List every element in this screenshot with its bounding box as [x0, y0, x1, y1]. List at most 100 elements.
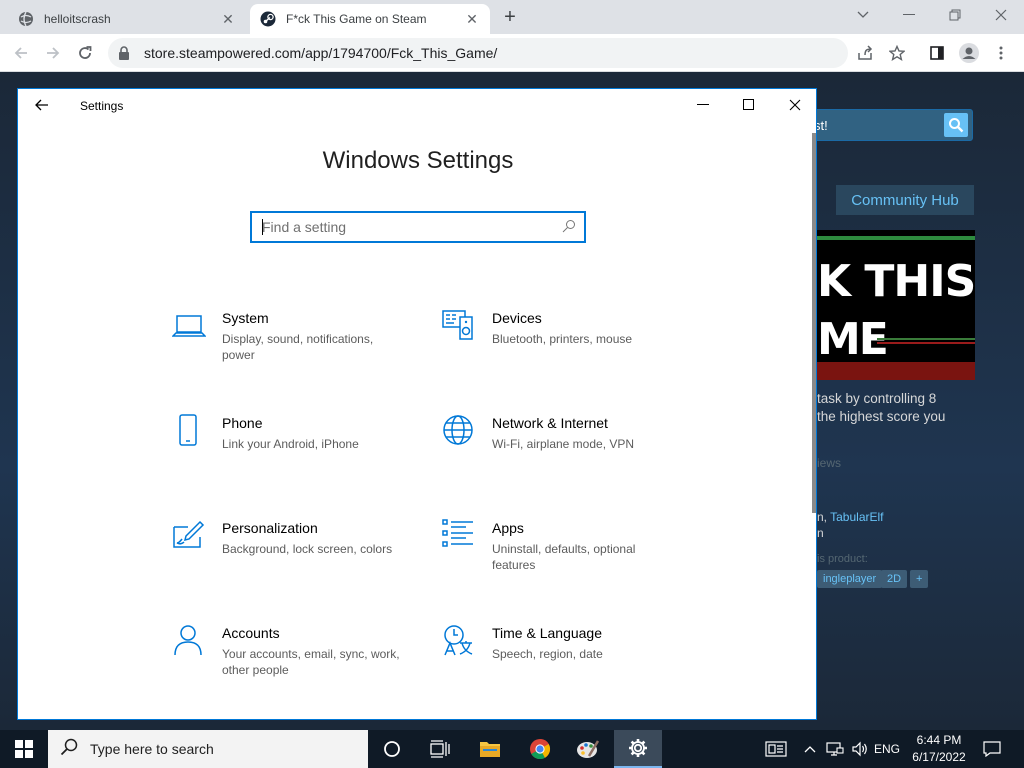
input-language[interactable]: ENG: [872, 730, 902, 768]
clock-date: 6/17/2022: [912, 750, 966, 764]
page-title: Windows Settings: [322, 147, 514, 174]
tab-steam[interactable]: F*ck This Game on Steam ✕: [250, 4, 490, 34]
clock[interactable]: 6:44 PM 6/17/2022: [900, 732, 978, 766]
paint-icon: [172, 519, 206, 553]
clock-time: 6:44 PM: [916, 733, 962, 747]
close-button[interactable]: [772, 89, 816, 121]
volume-icon[interactable]: [848, 730, 872, 768]
category-system[interactable]: System Display, sound, notifications, po…: [171, 309, 412, 379]
category-description: Display, sound, notifications, power: [222, 332, 374, 362]
category-name: Apps: [492, 520, 524, 536]
reviews-label: iews: [817, 456, 842, 470]
taskbar-search-placeholder: Type here to search: [90, 741, 214, 757]
profile-avatar-icon[interactable]: [956, 40, 982, 66]
developer-link[interactable]: TabularElf: [830, 510, 883, 524]
category-name: Personalization: [222, 520, 318, 536]
publisher-line: n: [817, 526, 824, 540]
banner-text-1: K THIS: [817, 256, 975, 307]
find-setting-input[interactable]: [252, 213, 552, 241]
minimize-button[interactable]: [680, 89, 726, 121]
task-view-button[interactable]: [416, 730, 464, 768]
tag-singleplayer[interactable]: ingleplayer: [817, 570, 883, 588]
maximize-button[interactable]: [726, 89, 772, 121]
gear-icon: [629, 739, 647, 757]
new-tab-button[interactable]: +: [498, 6, 522, 30]
close-tab-icon[interactable]: ✕: [220, 11, 236, 27]
network-icon[interactable]: [822, 730, 848, 768]
category-personalization[interactable]: Personalization Background, lock screen,…: [172, 519, 412, 589]
developer-prefix: n,: [817, 510, 831, 524]
tab-title: F*ck This Game on Steam: [286, 12, 427, 26]
settings-app-button[interactable]: [614, 730, 662, 768]
category-name: Network & Internet: [492, 415, 608, 431]
cortana-button[interactable]: [368, 730, 416, 768]
category-name: Time & Language: [492, 625, 602, 641]
community-hub-button[interactable]: Community Hub: [836, 185, 974, 215]
category-description: Wi-Fi, airplane mode, VPN: [492, 437, 635, 451]
category-phone[interactable]: Phone Link your Android, iPhone: [172, 414, 412, 484]
description-line: task by controlling 8: [817, 391, 937, 406]
windows-logo-icon: [15, 740, 33, 758]
person-icon: [172, 624, 206, 658]
forward-arrow-icon[interactable]: [40, 40, 66, 66]
window-title: Settings: [80, 99, 124, 113]
cortana-circle-icon: [384, 741, 400, 757]
paint-app-button[interactable]: [564, 730, 612, 768]
file-explorer-button[interactable]: [466, 730, 514, 768]
phone-icon: [172, 414, 206, 448]
category-accounts[interactable]: Accounts Your accounts, email, sync, wor…: [172, 624, 412, 694]
category-time-language[interactable]: Time & Language Speech, region, date: [442, 624, 682, 694]
chrome-button[interactable]: [516, 730, 564, 768]
category-devices[interactable]: Devices Bluetooth, printers, mouse: [442, 309, 682, 379]
minimize-browser-button[interactable]: [886, 0, 932, 30]
taskbar-search-box[interactable]: Type here to search: [48, 730, 368, 768]
address-bar[interactable]: store.steampowered.com/app/1794700/Fck_T…: [108, 38, 848, 68]
back-arrow-icon[interactable]: [32, 95, 52, 115]
browser-toolbar: store.steampowered.com/app/1794700/Fck_T…: [0, 34, 1024, 72]
more-menu-icon[interactable]: [988, 40, 1014, 66]
settings-window: Settings Windows Settings System Display…: [17, 88, 817, 720]
back-arrow-icon[interactable]: [8, 40, 34, 66]
category-description: Uninstall, defaults, optional features: [492, 542, 636, 572]
category-description: Speech, region, date: [492, 647, 603, 661]
apps-list-icon: [442, 519, 476, 553]
category-name: System: [222, 310, 269, 326]
category-description: Bluetooth, printers, mouse: [492, 332, 633, 346]
category-network[interactable]: Network & Internet Wi-Fi, airplane mode,…: [442, 414, 682, 484]
tag-2d[interactable]: 2D: [881, 570, 908, 588]
description-line: the highest score you: [817, 409, 946, 424]
game-banner-image: K THIS ME: [817, 230, 975, 380]
laptop-icon: [171, 309, 207, 343]
palette-icon: [577, 740, 600, 758]
share-icon[interactable]: [852, 40, 878, 66]
steam-favicon-icon: [260, 11, 276, 27]
side-panel-icon[interactable]: [924, 40, 950, 66]
find-setting-box[interactable]: [250, 211, 586, 243]
close-browser-button[interactable]: [978, 0, 1024, 30]
restore-browser-button[interactable]: [932, 0, 978, 30]
tab-title: helloitscrash: [44, 12, 111, 26]
bookmark-star-icon[interactable]: [884, 40, 910, 66]
chevron-up-icon[interactable]: [800, 730, 820, 768]
developer-info: n, TabularElf n: [817, 509, 884, 541]
category-apps[interactable]: Apps Uninstall, defaults, optional featu…: [442, 519, 682, 589]
scrollbar[interactable]: [812, 133, 816, 513]
steam-search-box[interactable]: st!: [805, 109, 973, 141]
search-icon[interactable]: [562, 219, 578, 235]
lock-icon[interactable]: [118, 45, 134, 61]
start-button[interactable]: [0, 730, 48, 768]
news-widget-icon[interactable]: [760, 730, 792, 768]
folder-icon: [480, 742, 500, 757]
close-tab-icon[interactable]: ✕: [464, 11, 480, 27]
category-description: Link your Android, iPhone: [222, 437, 359, 451]
devices-icon: [442, 309, 476, 343]
tag-more[interactable]: +: [910, 570, 929, 588]
reload-icon[interactable]: [72, 40, 98, 66]
category-description: Your accounts, email, sync, work, other …: [222, 647, 400, 677]
task-view-icon: [430, 740, 450, 758]
tab-search-chevron-icon[interactable]: [840, 0, 886, 30]
notifications-icon[interactable]: [978, 730, 1006, 768]
tab-helloitscrash[interactable]: helloitscrash ✕: [8, 4, 246, 34]
search-icon[interactable]: [944, 113, 968, 137]
taskbar: Type here to search ENG 6:44 PM 6/17/202…: [0, 730, 1024, 768]
